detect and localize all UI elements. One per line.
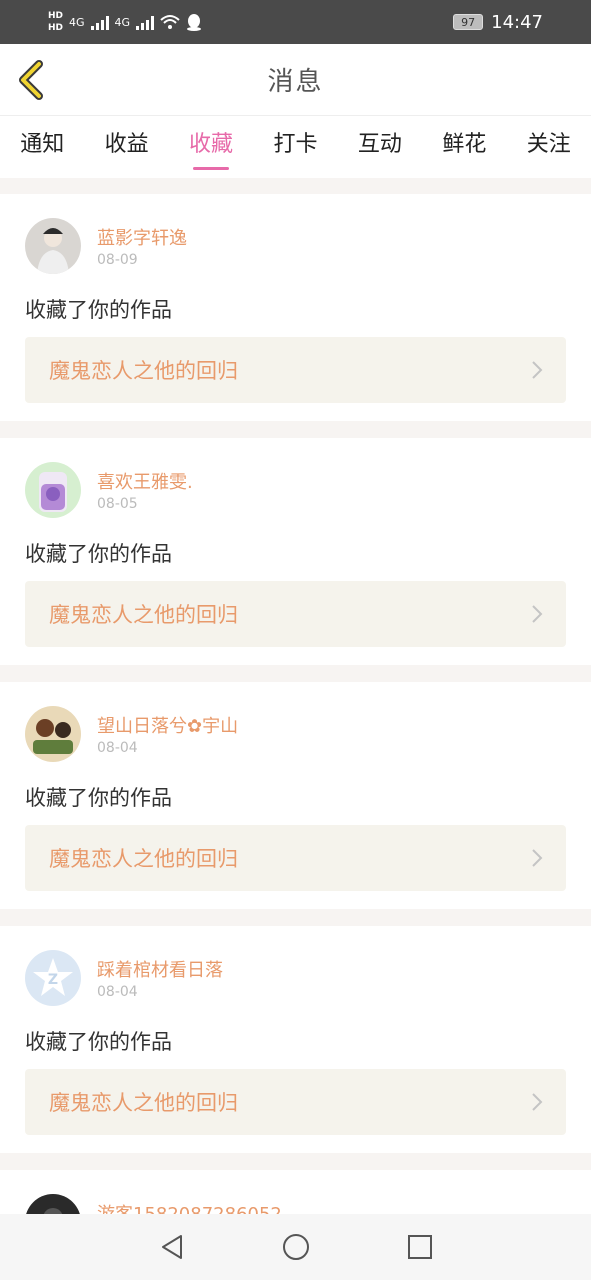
username[interactable]: 望山日落兮✿宇山 <box>97 712 238 738</box>
wifi-icon <box>160 15 180 29</box>
nav-recents-icon[interactable] <box>407 1234 433 1260</box>
action-text: 收藏了你的作品 <box>25 786 172 810</box>
chevron-right-icon <box>532 849 543 867</box>
avatar-cartoon-icon <box>25 706 81 762</box>
avatar-photo-icon <box>25 218 81 274</box>
tab-checkin[interactable]: 打卡 <box>269 126 321 158</box>
battery-icon: 97 <box>453 14 484 30</box>
hd-label-1: HD <box>48 11 64 21</box>
network-label-2: 4G <box>114 15 131 29</box>
back-chevron-icon <box>19 60 43 100</box>
chevron-right-icon <box>532 1093 543 1111</box>
signal-icon-2 <box>136 14 155 30</box>
list-item: 望山日落兮✿宇山 08-04 收藏了你的作品 魔鬼恋人之他的回归 <box>0 682 591 909</box>
date: 08-04 <box>97 984 138 1000</box>
default-avatar-icon: Z <box>25 950 81 1006</box>
tab-flowers[interactable]: 鲜花 <box>438 126 490 158</box>
chevron-right-icon <box>532 361 543 379</box>
app-header: 消息 <box>0 44 591 116</box>
clock: 14:47 <box>491 11 543 33</box>
nav-home-icon[interactable] <box>282 1233 310 1261</box>
work-title: 魔鬼恋人之他的回归 <box>49 1091 238 1115</box>
username[interactable]: 蓝影字轩逸 <box>97 224 187 250</box>
nav-back-icon[interactable] <box>159 1233 185 1261</box>
status-bar: HD HD 4G 4G 97 14:47 <box>0 0 591 44</box>
tab-favorites[interactable]: 收藏 <box>185 126 237 170</box>
network-label-1: 4G <box>69 15 85 29</box>
avatar[interactable] <box>25 706 81 762</box>
action-text: 收藏了你的作品 <box>25 298 172 322</box>
avatar[interactable] <box>25 462 81 518</box>
tab-earnings[interactable]: 收益 <box>101 126 153 158</box>
work-title: 魔鬼恋人之他的回归 <box>49 603 238 627</box>
list-item: Z 踩着棺材看日落 08-04 收藏了你的作品 魔鬼恋人之他的回归 <box>0 926 591 1153</box>
qq-icon <box>187 14 202 31</box>
page-title: 消息 <box>267 67 324 97</box>
work-title: 魔鬼恋人之他的回归 <box>49 847 238 871</box>
message-feed: 蓝影字轩逸 08-09 收藏了你的作品 魔鬼恋人之他的回归 喜欢王雅雯. 08-… <box>0 194 591 1230</box>
work-link[interactable]: 魔鬼恋人之他的回归 <box>25 337 566 403</box>
date: 08-04 <box>97 740 138 756</box>
tab-follow[interactable]: 关注 <box>523 126 575 158</box>
hd-label-2: HD <box>48 23 64 33</box>
work-title: 魔鬼恋人之他的回归 <box>49 359 238 383</box>
list-item: 蓝影字轩逸 08-09 收藏了你的作品 魔鬼恋人之他的回归 <box>0 194 591 421</box>
svg-text:Z: Z <box>48 972 58 988</box>
tab-interaction[interactable]: 互动 <box>354 126 406 158</box>
signal-icon-1 <box>90 14 109 30</box>
hd-indicator: HD HD <box>48 10 63 34</box>
avatar[interactable]: Z <box>25 950 81 1006</box>
tab-bar: 通知 收益 收藏 打卡 互动 鲜花 关注 <box>0 116 591 178</box>
chevron-right-icon <box>532 605 543 623</box>
date: 08-05 <box>97 496 138 512</box>
status-left: HD HD 4G 4G <box>48 10 202 34</box>
system-nav-bar <box>0 1214 591 1280</box>
action-text: 收藏了你的作品 <box>25 1030 172 1054</box>
tab-notifications[interactable]: 通知 <box>16 126 68 158</box>
username[interactable]: 喜欢王雅雯. <box>97 468 193 494</box>
work-link[interactable]: 魔鬼恋人之他的回归 <box>25 825 566 891</box>
work-link[interactable]: 魔鬼恋人之他的回归 <box>25 581 566 647</box>
status-right: 97 14:47 <box>453 12 543 33</box>
username[interactable]: 踩着棺材看日落 <box>97 956 223 982</box>
date: 08-09 <box>97 252 138 268</box>
avatar-cup-icon <box>25 462 81 518</box>
list-item: 喜欢王雅雯. 08-05 收藏了你的作品 魔鬼恋人之他的回归 <box>0 438 591 665</box>
action-text: 收藏了你的作品 <box>25 542 172 566</box>
avatar[interactable] <box>25 218 81 274</box>
back-button[interactable] <box>14 58 50 102</box>
work-link[interactable]: 魔鬼恋人之他的回归 <box>25 1069 566 1135</box>
